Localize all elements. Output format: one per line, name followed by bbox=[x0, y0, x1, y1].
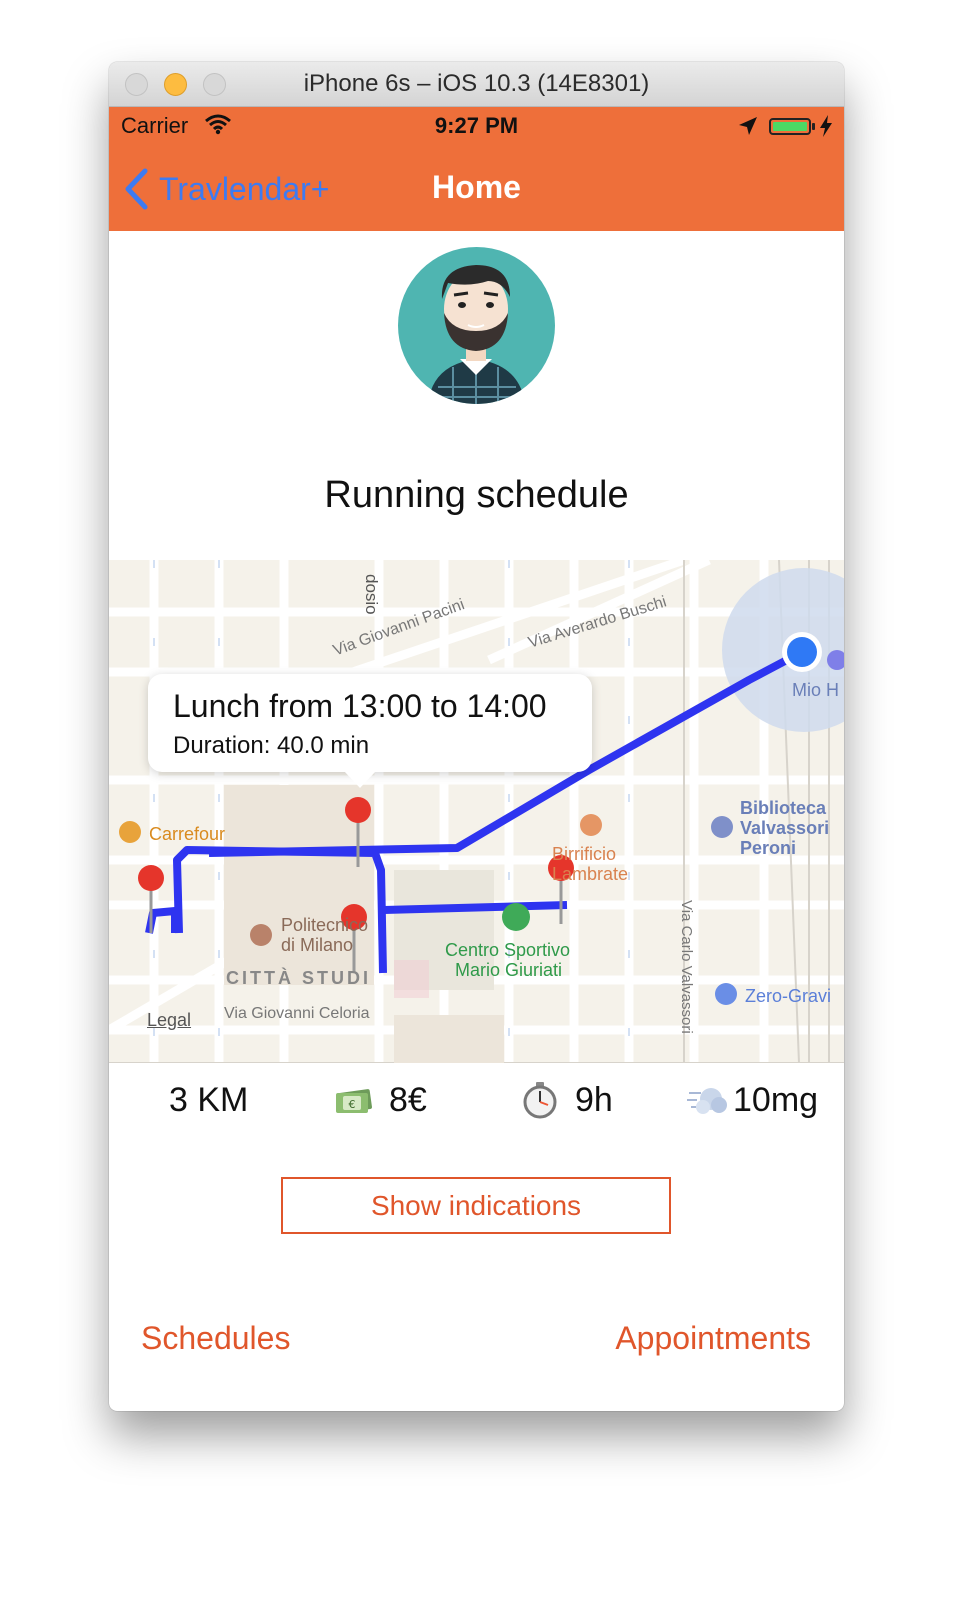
window-title: iPhone 6s – iOS 10.3 (14E8301) bbox=[303, 70, 650, 97]
svg-text:€: € bbox=[349, 1098, 356, 1111]
place-label: Centro Sportivo bbox=[445, 940, 571, 960]
pollution-stat: 10mg bbox=[687, 1076, 818, 1124]
stopwatch-icon bbox=[523, 1082, 557, 1119]
window-titlebar: iPhone 6s – iOS 10.3 (14E8301) bbox=[109, 62, 844, 107]
place-label: Valvassori bbox=[740, 818, 830, 838]
place-label: Birrificio bbox=[552, 844, 617, 864]
status-bar: Carrier 9:27 PM bbox=[109, 107, 844, 147]
distance-value: 3 KM bbox=[169, 1080, 249, 1119]
place-label: Carrefour bbox=[149, 824, 226, 844]
place-label: Mio H bbox=[792, 680, 840, 700]
district-label: CITTÀ STUDI bbox=[226, 968, 371, 988]
appointments-link[interactable]: Appointments bbox=[615, 1320, 811, 1357]
place-label: Politecnico bbox=[281, 915, 369, 935]
location-arrow-icon bbox=[739, 117, 757, 135]
pollution-value: 10mg bbox=[733, 1080, 819, 1119]
distance-stat: 3 KM bbox=[169, 1076, 248, 1124]
time-value: 9h bbox=[575, 1080, 613, 1119]
place-label: di Milano bbox=[281, 935, 354, 955]
battery-tip bbox=[812, 123, 815, 130]
place-label: Biblioteca bbox=[740, 798, 827, 818]
street-label: dosio bbox=[362, 574, 381, 615]
money-icon: € bbox=[336, 1089, 372, 1113]
trip-stats: 3 KM € 8€ 9h 10mg bbox=[109, 1076, 844, 1124]
show-indications-button[interactable]: Show indications bbox=[281, 1177, 671, 1234]
cost-value: 8€ bbox=[389, 1080, 427, 1119]
dash-cloud-icon bbox=[687, 1088, 727, 1114]
simulator-window: iPhone 6s – iOS 10.3 (14E8301) Carrier 9… bbox=[109, 62, 844, 1411]
status-time: 9:27 PM bbox=[434, 113, 519, 138]
cost-stat: € 8€ bbox=[333, 1076, 427, 1124]
battery-icon bbox=[769, 118, 811, 135]
place-label: Zero-Gravi bbox=[745, 986, 832, 1006]
time-stat: 9h bbox=[519, 1076, 613, 1124]
place-label: Mario Giuriati bbox=[455, 960, 563, 980]
charging-bolt-icon bbox=[820, 115, 832, 137]
user-avatar[interactable] bbox=[398, 247, 555, 404]
place-label: Lambrate bbox=[552, 864, 629, 884]
street-label: Via Giovanni Celoria bbox=[224, 1005, 370, 1022]
legal-link[interactable]: Legal bbox=[147, 1010, 191, 1031]
map-canvas bbox=[109, 560, 844, 1063]
event-callout[interactable]: Lunch from 13:00 to 14:00 Duration: 40.0… bbox=[148, 674, 592, 788]
route-map[interactable]: Via Giovanni Pacini Via Averardo Buschi … bbox=[109, 560, 844, 1063]
schedule-heading: Running schedule bbox=[324, 474, 629, 516]
nav-title: Home bbox=[432, 169, 521, 205]
place-label: Peroni bbox=[740, 838, 797, 858]
callout-duration: Duration: 40.0 min bbox=[173, 732, 370, 759]
callout-title: Lunch from 13:00 to 14:00 bbox=[173, 688, 547, 724]
schedules-link[interactable]: Schedules bbox=[141, 1320, 290, 1357]
street-label: Via Carlo Valvassori bbox=[678, 900, 695, 1034]
app-header: Carrier 9:27 PM Travlendar+ Home bbox=[109, 107, 844, 231]
